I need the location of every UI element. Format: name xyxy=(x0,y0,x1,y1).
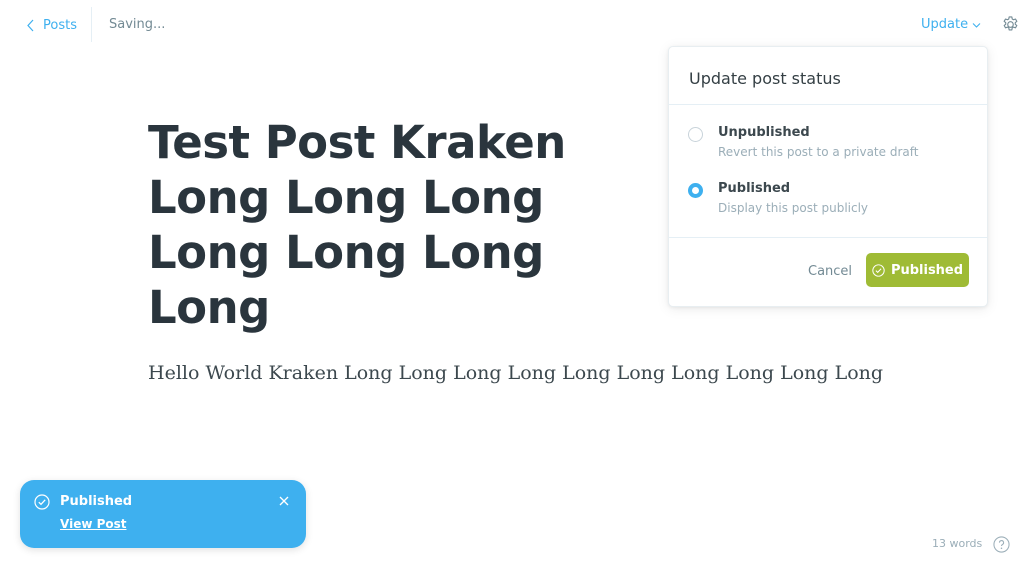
gear-icon[interactable] xyxy=(1001,15,1020,34)
option-label: Unpublished xyxy=(718,125,810,140)
back-link-label: Posts xyxy=(43,17,77,33)
question-circle-icon[interactable] xyxy=(993,536,1010,553)
published-notification: Published View Post xyxy=(20,480,306,548)
option-unpublished[interactable]: Unpublished Revert this post to a privat… xyxy=(688,125,968,165)
popover-divider xyxy=(669,237,987,238)
published-radio[interactable] xyxy=(688,183,703,198)
publish-button-label: Published xyxy=(890,262,964,278)
notification-title: Published xyxy=(60,494,133,509)
popover-title: Update post status xyxy=(689,69,841,88)
option-published[interactable]: Published Display this post publicly xyxy=(688,181,968,221)
check-circle-icon xyxy=(872,263,885,277)
option-label: Published xyxy=(718,181,791,196)
option-description: Revert this post to a private draft xyxy=(718,145,919,159)
save-status: Saving... xyxy=(109,17,166,32)
unpublished-radio[interactable] xyxy=(688,127,703,142)
option-description: Display this post publicly xyxy=(718,201,869,215)
cancel-button[interactable]: Cancel xyxy=(808,264,852,279)
update-button-label: Update xyxy=(921,17,969,32)
post-body-field[interactable]: Hello World Kraken Long Long Long Long L… xyxy=(148,359,883,387)
header-divider xyxy=(91,7,92,42)
word-count: 13 words xyxy=(932,537,983,550)
publish-status-popover: Update post status Unpublished Revert th… xyxy=(668,46,988,307)
close-icon[interactable] xyxy=(278,495,290,507)
chevron-left-icon xyxy=(27,19,34,31)
editor-header: Posts Saving... Update xyxy=(0,0,1034,50)
publish-button[interactable]: Published xyxy=(866,253,969,287)
post-title-field[interactable]: Test Post Kraken Long Long Long Long Lon… xyxy=(148,115,668,335)
update-dropdown-button[interactable]: Update xyxy=(921,17,981,32)
chevron-down-icon xyxy=(972,22,981,28)
view-post-link[interactable]: View Post xyxy=(60,517,127,531)
back-to-posts-link[interactable]: Posts xyxy=(26,15,77,35)
check-circle-icon xyxy=(34,494,50,510)
popover-divider xyxy=(669,104,987,105)
